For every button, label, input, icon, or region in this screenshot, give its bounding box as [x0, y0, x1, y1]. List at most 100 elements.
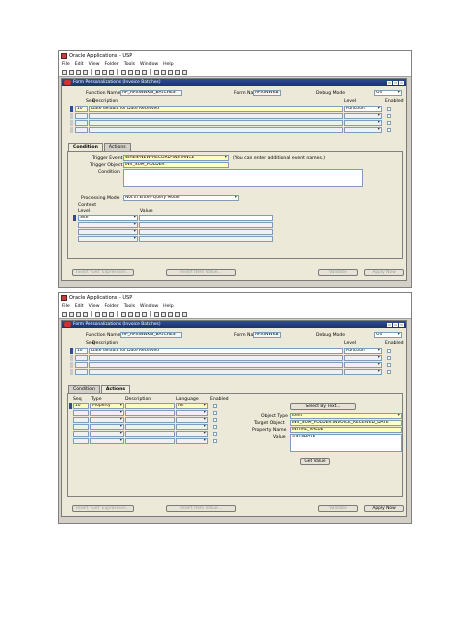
rule-enabled-checkbox[interactable] [387, 128, 391, 132]
rule-seq-field[interactable] [75, 355, 88, 361]
copy-icon[interactable] [128, 311, 133, 317]
clear-icon[interactable] [142, 69, 147, 75]
action-seq-field[interactable] [73, 431, 89, 437]
action-seq-field[interactable]: 10 [73, 403, 89, 409]
minimize-icon[interactable] [387, 80, 392, 85]
rule-description-field[interactable] [89, 113, 343, 119]
edit-icon[interactable] [154, 311, 159, 317]
translations-icon[interactable] [175, 69, 180, 75]
rule-level-select[interactable] [344, 355, 382, 361]
tab-condition[interactable]: Condition [68, 143, 103, 151]
action-description-field[interactable] [125, 417, 175, 423]
action-type-select[interactable] [90, 431, 124, 437]
rule-level-select[interactable] [344, 369, 382, 375]
maximize-icon[interactable] [393, 322, 398, 327]
action-type-select[interactable] [90, 438, 124, 444]
new-record-icon[interactable] [102, 69, 107, 75]
rule-seq-field[interactable] [75, 113, 88, 119]
trigger-object-field[interactable]: INV_SUM_FOLDER [123, 162, 229, 168]
apply-now-button[interactable]: Apply Now [364, 269, 404, 276]
action-type-select[interactable]: Property [90, 403, 124, 409]
folder-tools-icon[interactable] [168, 69, 173, 75]
save-icon[interactable] [69, 69, 74, 75]
menu-help[interactable]: Help [163, 62, 173, 67]
delete-record-icon[interactable] [109, 311, 114, 317]
function-name-field[interactable]: AP_APXINWKB_BATCHES [120, 90, 182, 96]
action-description-field[interactable] [125, 431, 175, 437]
get-value-button[interactable]: Get Value [300, 458, 330, 465]
navigator-icon[interactable] [76, 69, 81, 75]
maximize-icon[interactable] [393, 80, 398, 85]
tab-condition[interactable]: Condition [68, 385, 100, 393]
zoom-icon[interactable] [83, 69, 88, 75]
action-type-select[interactable] [90, 417, 124, 423]
find-icon[interactable] [95, 311, 100, 317]
action-language-select[interactable] [176, 424, 208, 430]
context-value-field[interactable] [139, 215, 273, 221]
action-seq-field[interactable] [73, 417, 89, 423]
context-value-field[interactable] [139, 229, 273, 235]
open-icon[interactable] [62, 69, 67, 75]
apply-now-button[interactable]: Apply Now [364, 505, 404, 512]
context-level-select[interactable] [78, 222, 138, 228]
rule-description-field[interactable] [89, 120, 343, 126]
menu-file[interactable]: File [62, 304, 70, 309]
attachments-icon[interactable] [161, 69, 166, 75]
find-icon[interactable] [95, 69, 100, 75]
rule-seq-field[interactable]: 10 [75, 348, 88, 354]
context-value-field[interactable] [139, 222, 273, 228]
action-enabled-checkbox[interactable] [213, 418, 217, 422]
condition-textarea[interactable] [123, 169, 363, 187]
rule-level-select[interactable]: Function [344, 106, 382, 112]
cut-icon[interactable] [121, 311, 126, 317]
action-description-field[interactable] [125, 424, 175, 430]
rule-level-select[interactable] [344, 120, 382, 126]
function-name-field[interactable]: AP_APXINWKB_BATCHES [120, 332, 182, 338]
action-description-field[interactable] [125, 410, 175, 416]
rule-enabled-checkbox[interactable] [387, 114, 391, 118]
minimize-icon[interactable] [387, 322, 392, 327]
edit-icon[interactable] [154, 69, 159, 75]
rule-description-field[interactable] [89, 127, 343, 133]
rule-description-field[interactable] [89, 355, 343, 361]
rule-level-select[interactable] [344, 127, 382, 133]
menu-edit[interactable]: Edit [75, 62, 84, 67]
menu-edit[interactable]: Edit [75, 304, 84, 309]
rule-enabled-checkbox[interactable] [387, 370, 391, 374]
action-type-select[interactable] [90, 410, 124, 416]
insert-item-value-button[interactable]: Insert Item Value... [166, 505, 236, 512]
paste-icon[interactable] [135, 69, 140, 75]
rule-enabled-checkbox[interactable] [387, 363, 391, 367]
action-enabled-checkbox[interactable] [213, 425, 217, 429]
select-by-text-button[interactable]: Select By Text... [290, 403, 356, 410]
action-description-field[interactable] [125, 438, 175, 444]
rule-level-select[interactable] [344, 362, 382, 368]
menu-help[interactable]: Help [163, 304, 173, 309]
tab-actions[interactable]: Actions [103, 143, 131, 151]
action-enabled-checkbox[interactable] [213, 432, 217, 436]
rule-description-field[interactable] [89, 362, 343, 368]
menu-window[interactable]: Window [140, 304, 158, 309]
cut-icon[interactable] [121, 69, 126, 75]
insert-get-expression-button[interactable]: Insert 'Get' Expression... [72, 269, 134, 276]
rule-seq-field[interactable]: 10 [75, 106, 88, 112]
rule-enabled-checkbox[interactable] [387, 107, 391, 111]
menu-tools[interactable]: Tools [124, 62, 135, 67]
rule-seq-field[interactable] [75, 362, 88, 368]
object-type-select[interactable]: Item [290, 413, 402, 419]
translations-icon[interactable] [175, 311, 180, 317]
help-icon[interactable] [182, 69, 187, 75]
menu-file[interactable]: File [62, 62, 70, 67]
menu-tools[interactable]: Tools [124, 304, 135, 309]
rule-description-field[interactable]: Date default for Date Received [89, 106, 343, 112]
validate-button[interactable]: Validate [318, 269, 358, 276]
open-icon[interactable] [62, 311, 67, 317]
context-level-select[interactable]: Site [78, 215, 138, 221]
form-name-field[interactable]: APXINWKB [253, 90, 281, 96]
rule-enabled-checkbox[interactable] [387, 121, 391, 125]
context-level-select[interactable] [78, 236, 138, 242]
action-seq-field[interactable] [73, 410, 89, 416]
processing-mode-select[interactable]: Not in Enter-Query Mode [123, 195, 239, 201]
rule-enabled-checkbox[interactable] [387, 349, 391, 353]
paste-icon[interactable] [135, 311, 140, 317]
